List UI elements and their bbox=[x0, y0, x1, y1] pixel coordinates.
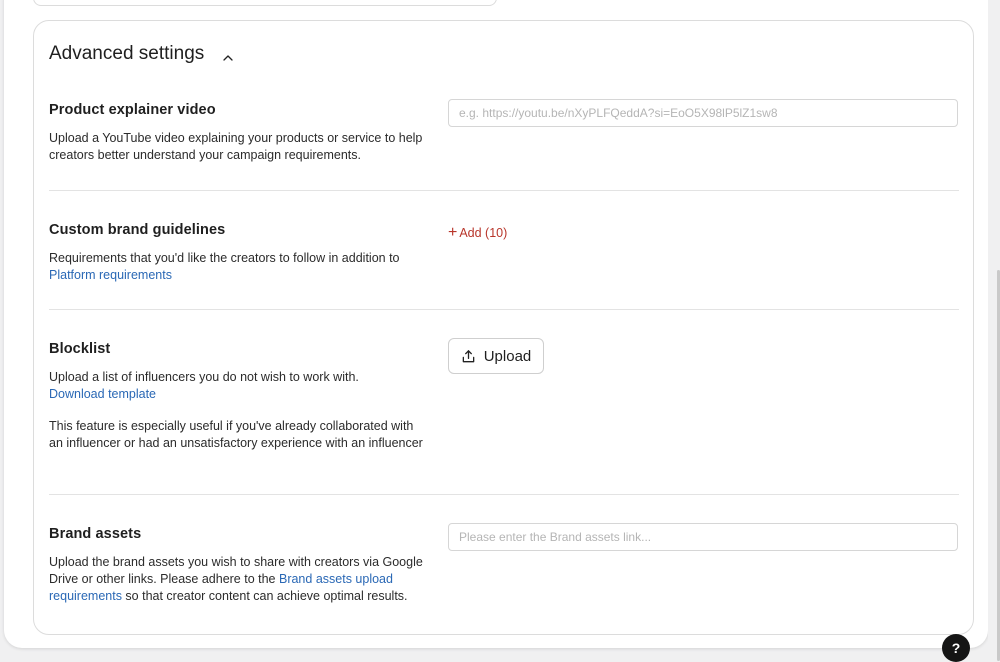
blocklist-section: Blocklist Upload a list of influencers y… bbox=[49, 338, 959, 452]
section-divider bbox=[49, 494, 959, 495]
upload-blocklist-button[interactable]: Upload bbox=[448, 338, 544, 374]
brand-guidelines-description: Requirements that you'd like the creator… bbox=[49, 250, 429, 284]
brand-guidelines-section: Custom brand guidelines Requirements tha… bbox=[49, 222, 959, 284]
plus-icon: + bbox=[448, 224, 458, 241]
add-guideline-button[interactable]: + Add (10) bbox=[448, 225, 507, 241]
advanced-settings-card: Advanced settings Product explainer vide… bbox=[33, 20, 974, 635]
product-video-section: Product explainer video Upload a YouTube… bbox=[49, 99, 959, 164]
download-template-link[interactable]: Download template bbox=[49, 387, 156, 401]
help-button[interactable]: ? bbox=[942, 634, 970, 662]
product-video-input[interactable] bbox=[448, 99, 958, 127]
brand-assets-text-after: so that creator content can achieve opti… bbox=[121, 589, 408, 603]
blocklist-note: This feature is especially useful if you… bbox=[49, 419, 423, 450]
brand-assets-section: Brand assets Upload the brand assets you… bbox=[49, 523, 959, 605]
brand-guidelines-text: Requirements that you'd like the creator… bbox=[49, 251, 400, 265]
section-divider bbox=[49, 190, 959, 191]
blocklist-description: Upload a list of influencers you do not … bbox=[49, 369, 429, 452]
upload-icon bbox=[462, 349, 475, 362]
section-divider bbox=[49, 309, 959, 310]
advanced-settings-header[interactable]: Advanced settings bbox=[49, 43, 234, 65]
upload-label: Upload bbox=[483, 347, 532, 365]
add-guideline-label: Add (10) bbox=[459, 226, 508, 240]
blocklist-text: Upload a list of influencers you do not … bbox=[49, 370, 359, 384]
product-video-description: Upload a YouTube video explaining your p… bbox=[49, 131, 423, 162]
advanced-settings-title: Advanced settings bbox=[49, 43, 205, 64]
previous-section-card bbox=[33, 0, 497, 6]
brand-assets-description: Upload the brand assets you wish to shar… bbox=[49, 554, 429, 605]
brand-assets-input[interactable] bbox=[448, 523, 958, 551]
chevron-up-icon[interactable] bbox=[222, 48, 234, 61]
platform-requirements-link[interactable]: Platform requirements bbox=[49, 268, 172, 282]
help-icon: ? bbox=[951, 640, 961, 656]
